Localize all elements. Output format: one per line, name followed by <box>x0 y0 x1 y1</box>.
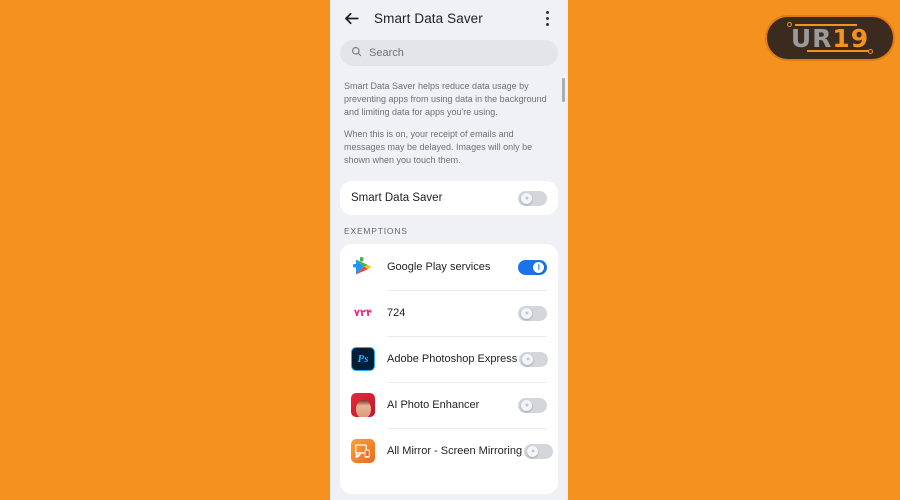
app-name: AI Photo Enhancer <box>387 399 480 411</box>
watermark-logo: UR19 <box>765 15 895 61</box>
smart-data-saver-row[interactable]: Smart Data Saver <box>340 181 558 215</box>
all-mirror-icon <box>351 439 375 463</box>
overflow-menu-icon[interactable] <box>538 7 556 29</box>
app-toggle[interactable] <box>524 443 554 459</box>
list-item[interactable]: Google Play services <box>351 244 547 290</box>
description-paragraph-2: When this is on, your receipt of emails … <box>344 129 533 165</box>
smart-data-saver-label: Smart Data Saver <box>351 192 443 204</box>
app-toggle[interactable] <box>518 305 547 321</box>
menu-dot <box>545 22 549 26</box>
watermark-text: UR19 <box>791 26 869 51</box>
app-name: Adobe Photoshop Express <box>387 353 518 365</box>
app-name: All Mirror - Screen Mirroring <box>387 445 523 457</box>
list-item[interactable]: AI Photo Enhancer <box>351 382 547 428</box>
menu-dot <box>545 10 549 14</box>
phone-screen: Smart Data Saver Search Smart Data Saver… <box>330 0 568 500</box>
menu-dot <box>545 16 549 20</box>
scrollbar-thumb[interactable] <box>562 78 565 102</box>
back-arrow-icon[interactable] <box>340 7 362 29</box>
app-bar: Smart Data Saver <box>330 0 568 36</box>
exemptions-section-header: EXEMPTIONS <box>344 226 408 236</box>
page-title: Smart Data Saver <box>374 10 483 26</box>
toggle-knob <box>527 445 539 457</box>
description-paragraph-1: Smart Data Saver helps reduce data usage… <box>344 81 547 117</box>
watermark-text-main: UR <box>790 23 833 53</box>
toggle-knob <box>522 353 534 365</box>
app-name: 724 <box>387 307 406 319</box>
list-item[interactable]: Ps Adobe Photoshop Express <box>351 336 549 382</box>
app-toggle[interactable] <box>519 351 549 367</box>
smart-data-saver-toggle[interactable] <box>518 190 547 206</box>
list-item[interactable]: ۷۲۴ 724 <box>351 290 547 336</box>
exemptions-app-list: Google Play services ۷۲۴ 724 Ps Adobe Ph… <box>340 244 558 494</box>
app-724-glyph: ۷۲۴ <box>353 307 373 319</box>
toggle-knob <box>521 399 532 411</box>
search-input[interactable]: Search <box>340 40 558 66</box>
photoshop-express-icon: Ps <box>351 347 375 371</box>
ai-photo-enhancer-icon <box>351 393 375 417</box>
app-toggle[interactable] <box>518 397 547 413</box>
app-724-icon: ۷۲۴ <box>351 301 375 325</box>
toggle-knob <box>521 307 532 319</box>
toggle-knob <box>521 192 532 204</box>
toggle-knob <box>533 261 544 273</box>
scrollbar-track[interactable] <box>562 76 565 486</box>
watermark-text-accent: 19 <box>832 23 870 53</box>
search-icon <box>351 44 362 62</box>
portrait-shape <box>355 400 371 417</box>
app-toggle[interactable] <box>518 259 547 275</box>
description-block: Smart Data Saver helps reduce data usage… <box>330 66 568 167</box>
search-placeholder: Search <box>369 47 404 59</box>
google-play-services-icon <box>351 255 375 279</box>
list-item[interactable]: All Mirror - Screen Mirroring <box>351 428 554 474</box>
app-name: Google Play services <box>387 261 491 273</box>
